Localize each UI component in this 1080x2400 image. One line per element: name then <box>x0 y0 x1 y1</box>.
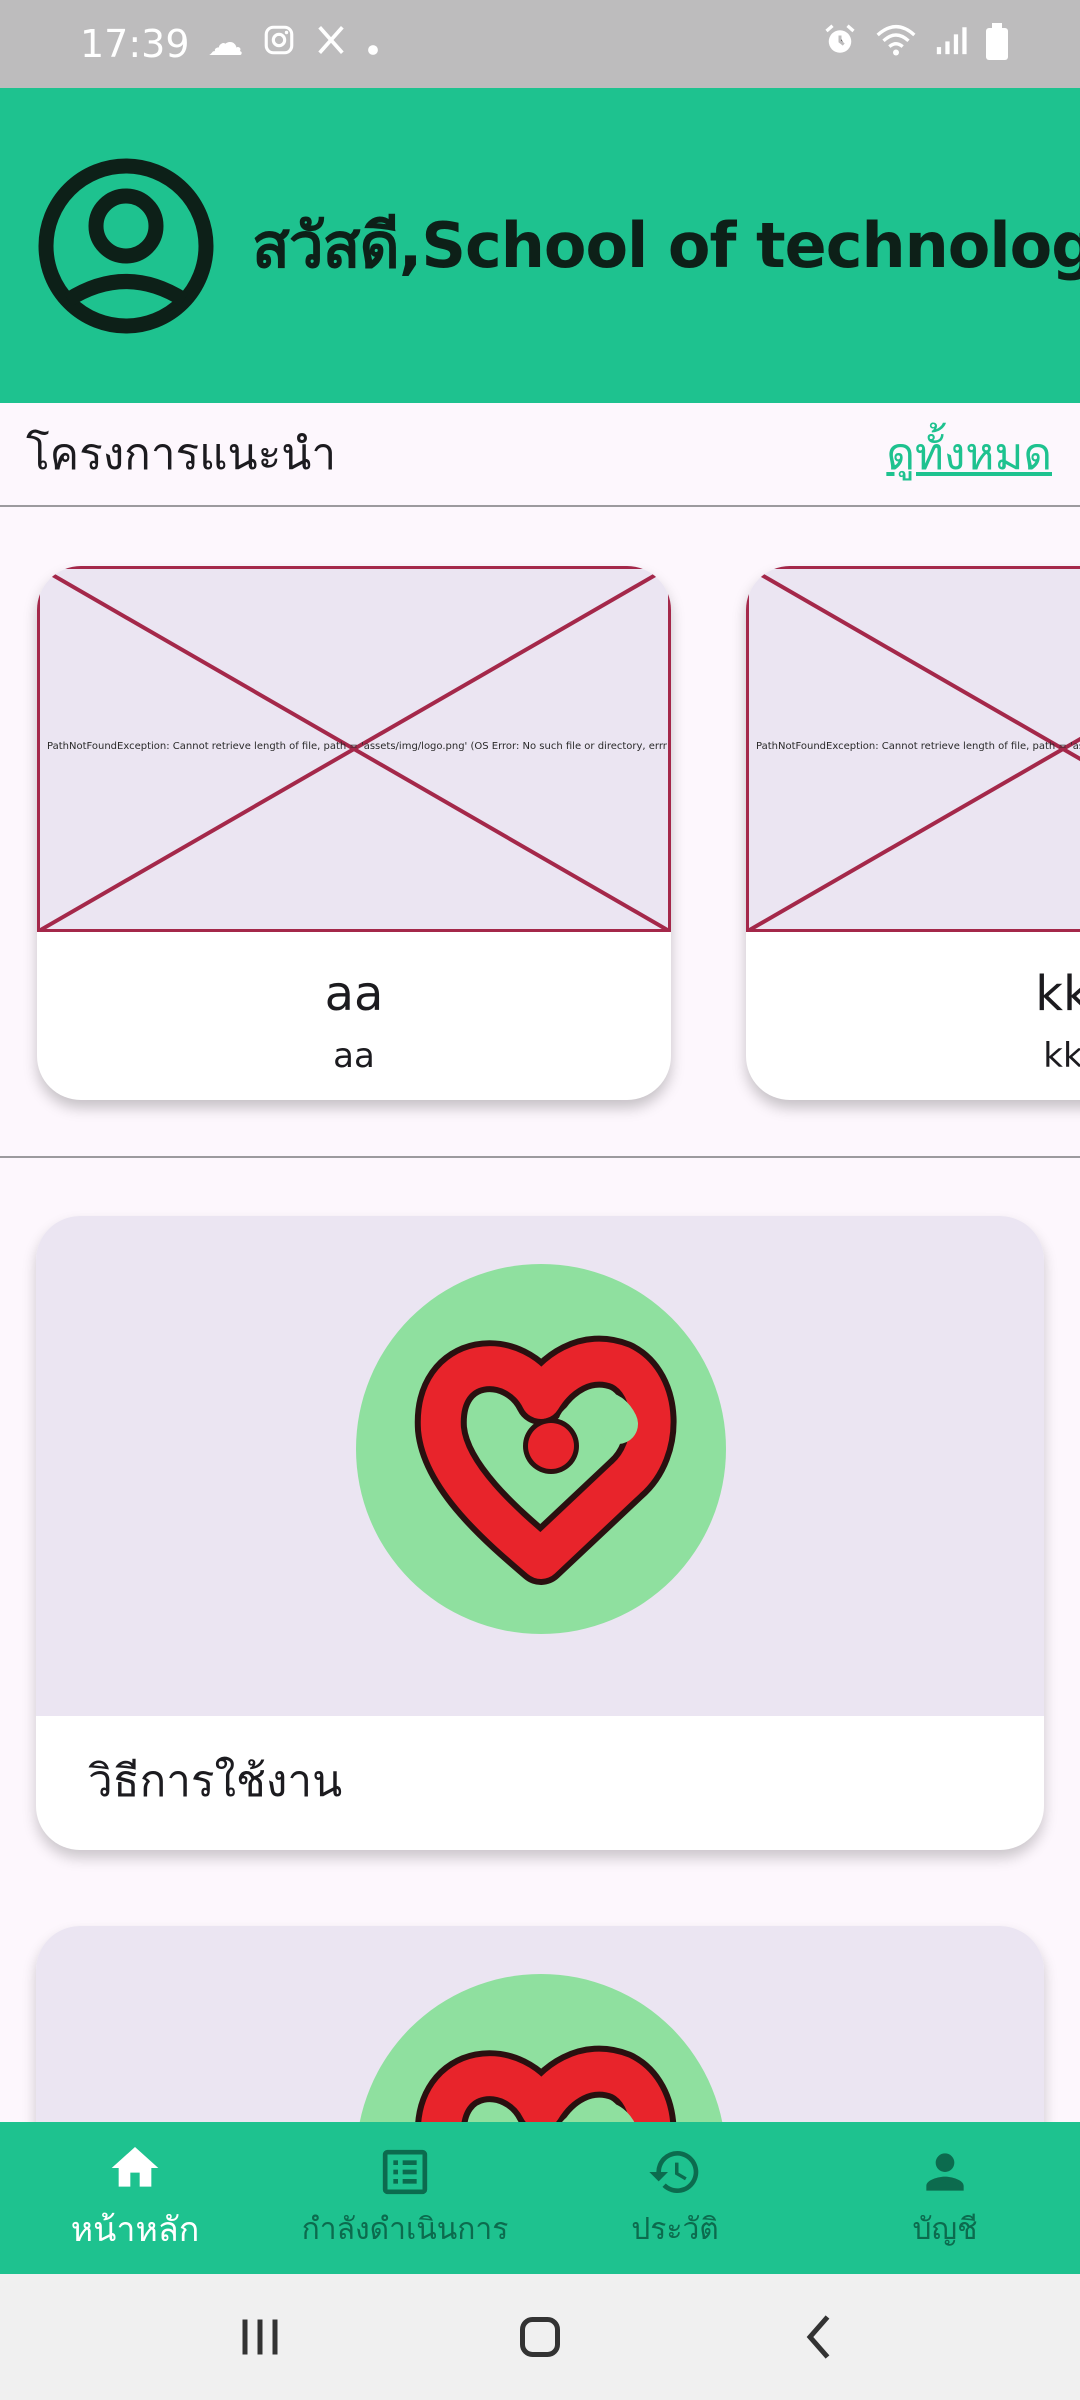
greeting-text: สวัสดี,School of technology <box>252 208 1080 282</box>
image-error-text: PathNotFoundException: Cannot retrieve l… <box>47 741 667 752</box>
cloud-icon: ☁ <box>207 23 244 64</box>
section-title: โครงการแนะนำ <box>26 429 337 480</box>
nav-label: ประวัติ <box>631 2211 719 2247</box>
signal-icon <box>934 22 968 66</box>
project-title: kk <box>1035 966 1080 1022</box>
home-system-button[interactable] <box>500 2297 580 2377</box>
list-icon <box>382 2149 428 2194</box>
how-to-use-card[interactable]: วิธีการใช้งาน <box>36 1216 1044 1850</box>
image-error-text: PathNotFoundException: Cannot retrieve l… <box>756 741 1080 752</box>
recent-apps-icon <box>242 2319 278 2355</box>
feature-image <box>36 1216 1044 1716</box>
instagram-icon <box>262 22 296 66</box>
project-title: aa <box>324 966 384 1022</box>
nav-item-account[interactable]: บัญชี <box>810 2122 1080 2274</box>
nav-label: บัญชี <box>912 2211 978 2247</box>
x-icon <box>314 22 348 66</box>
project-card[interactable]: PathNotFoundException: Cannot retrieve l… <box>37 566 671 1100</box>
nav-label: หน้าหลัก <box>70 2210 200 2250</box>
person-icon <box>926 2152 964 2191</box>
broken-image-placeholder: PathNotFoundException: Cannot retrieve l… <box>37 566 671 932</box>
heart-check-logo <box>356 1264 726 1634</box>
nav-item-history[interactable]: ประวัติ <box>540 2122 810 2274</box>
broken-image-placeholder: PathNotFoundException: Cannot retrieve l… <box>746 566 1080 932</box>
app-header: สวัสดี,School of technology <box>0 88 1080 403</box>
account-circle-icon[interactable] <box>38 158 214 334</box>
wifi-icon <box>876 22 916 67</box>
home-icon <box>111 2147 159 2187</box>
see-all-link[interactable]: ดูทั้งหมด <box>886 419 1052 489</box>
history-icon <box>649 2150 699 2193</box>
nav-item-in-progress[interactable]: กำลังดำเนินการ <box>270 2122 540 2274</box>
home-square-icon <box>520 2317 560 2357</box>
back-button[interactable] <box>780 2297 860 2377</box>
project-subtitle: kk <box>1043 1036 1080 1076</box>
feature-label: วิธีการใช้งาน <box>88 1756 343 1807</box>
recent-apps-button[interactable] <box>220 2297 300 2377</box>
back-chevron-icon <box>806 2315 830 2359</box>
status-time: 17:39 <box>80 22 190 66</box>
dot-icon <box>366 22 380 66</box>
alarm-icon <box>822 22 858 67</box>
status-right <box>822 22 1008 67</box>
recommended-section-header: โครงการแนะนำ ดูทั้งหมด <box>0 403 1080 507</box>
status-bar: 17:39 ☁ <box>0 0 1080 88</box>
system-nav-bar <box>0 2274 1080 2400</box>
project-carousel[interactable]: PathNotFoundException: Cannot retrieve l… <box>0 508 1080 1158</box>
bottom-nav: หน้าหลัก กำลังดำเนินการ ประวัติ บัญชี <box>0 2122 1080 2274</box>
nav-label: กำลังดำเนินการ <box>301 2211 509 2247</box>
status-left: 17:39 ☁ <box>80 22 380 66</box>
project-card[interactable]: PathNotFoundException: Cannot retrieve l… <box>746 566 1080 1100</box>
project-subtitle: aa <box>333 1036 375 1076</box>
nav-item-home[interactable]: หน้าหลัก <box>0 2122 270 2274</box>
battery-icon <box>986 23 1008 60</box>
